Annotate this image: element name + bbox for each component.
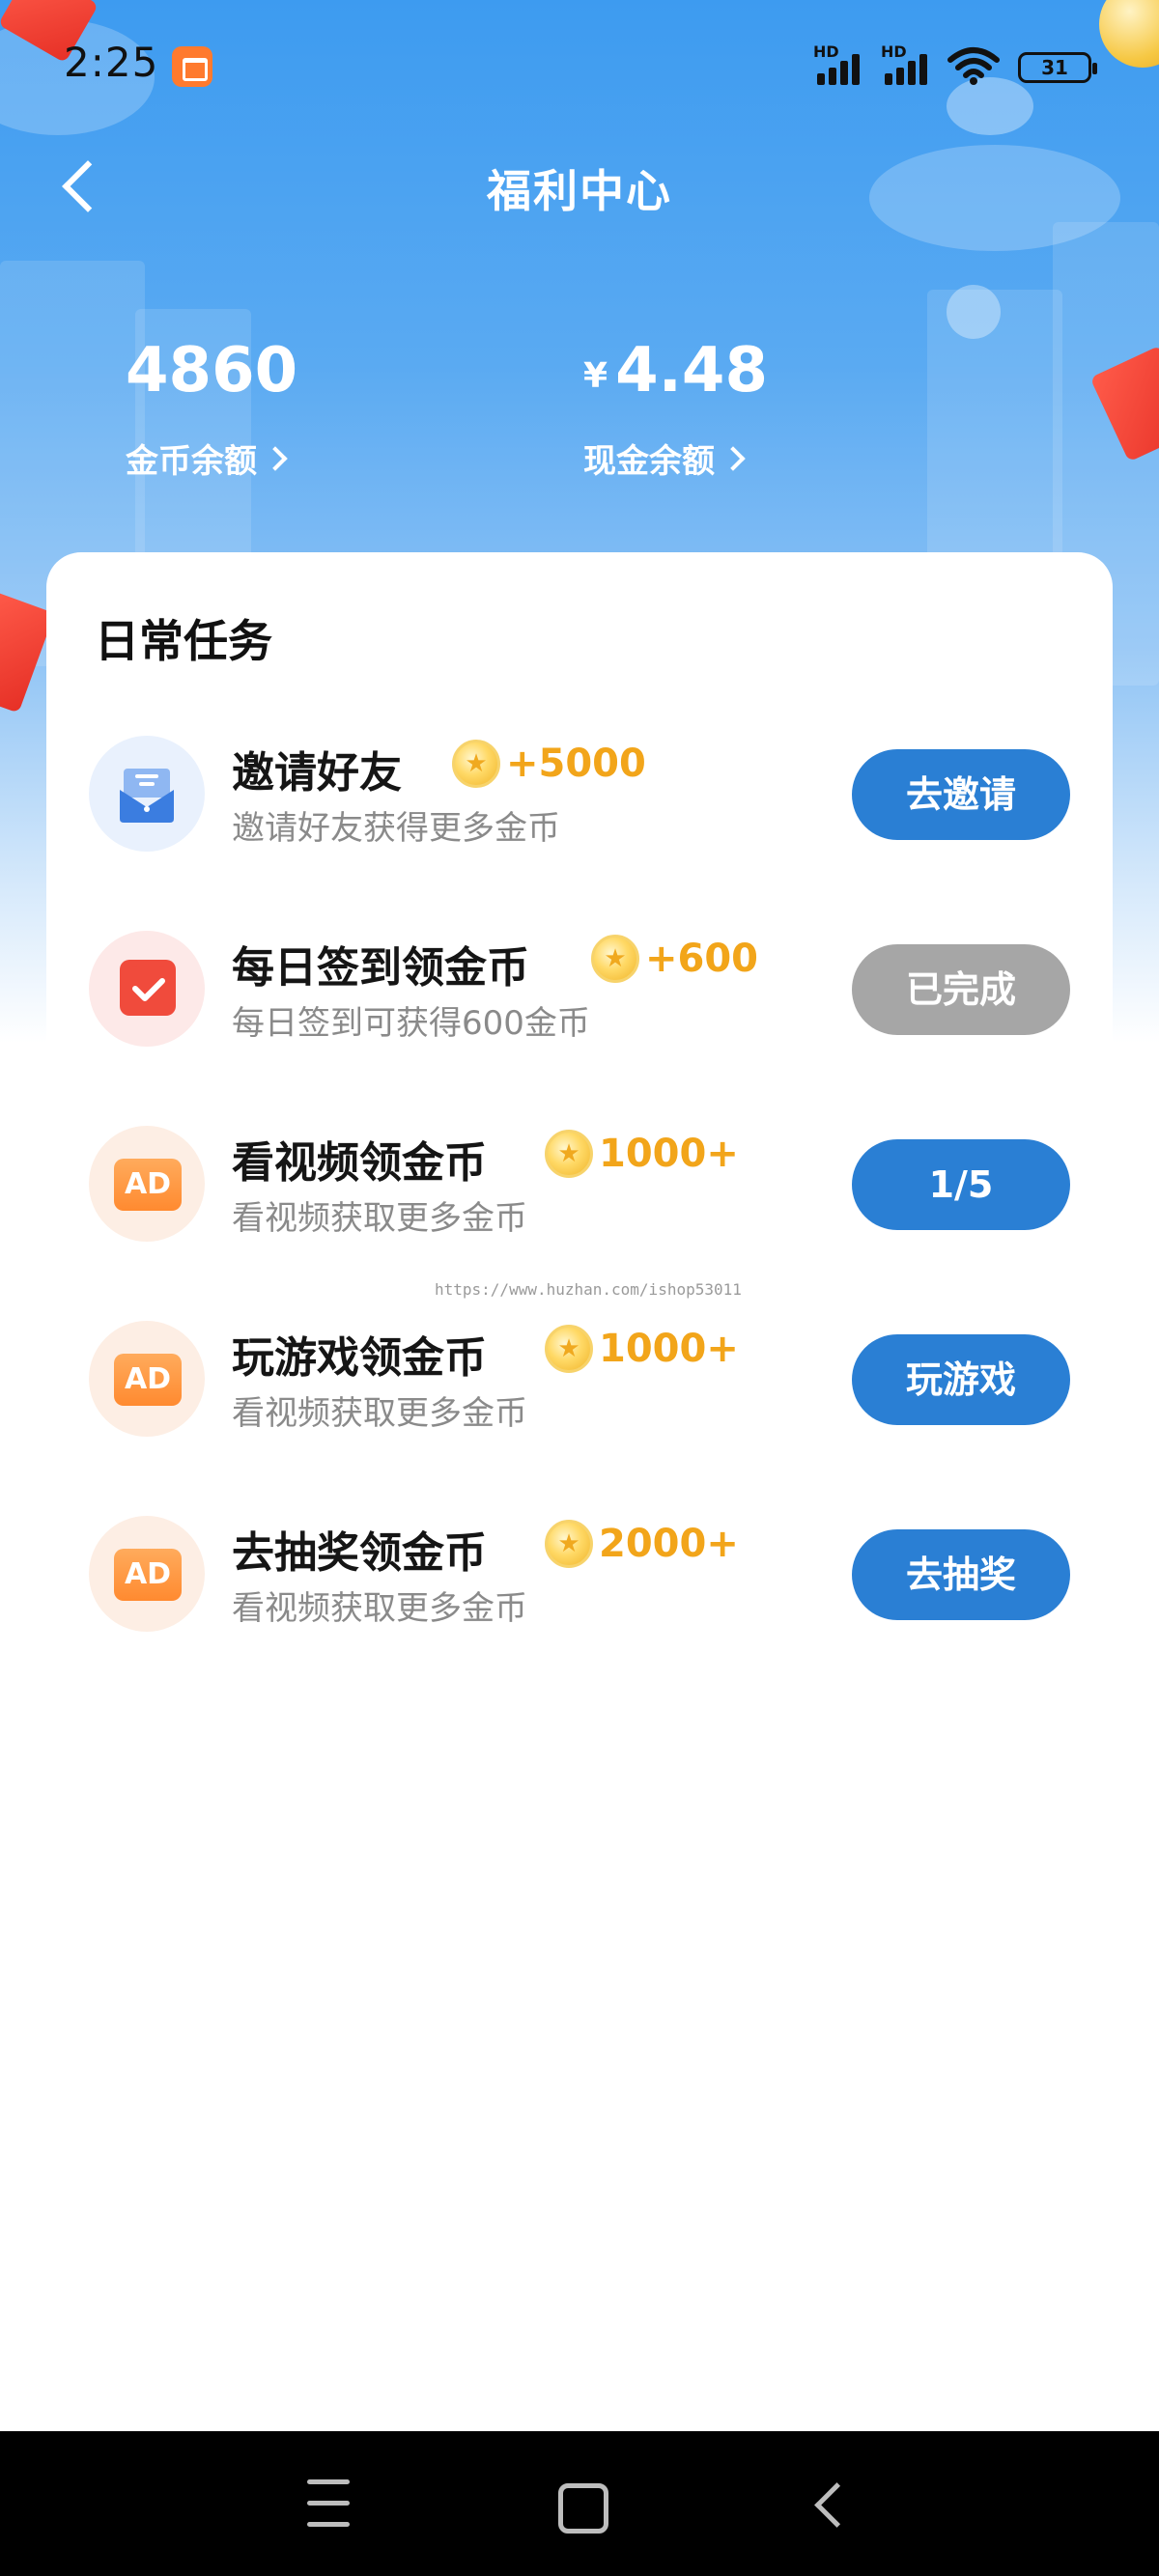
ad-icon: AD (89, 1321, 205, 1437)
cash-balance-label: 现金余额 (583, 442, 715, 481)
task-item-invite: 邀请好友 +5000 邀请好友获得更多金币 去邀请 (46, 726, 1113, 871)
page-title: 福利中心 (487, 165, 672, 217)
cellular-signal-icon: HD (881, 42, 939, 85)
envelope-icon (89, 736, 205, 852)
task-description: 看视频获取更多金币 (232, 1589, 527, 1628)
task-description: 看视频获取更多金币 (232, 1199, 527, 1238)
coin-balance-value: 4860 (126, 335, 298, 406)
calendar-check-icon (89, 931, 205, 1047)
task-reward-amount: 2000+ (599, 1522, 739, 1566)
task-name: 每日签到领金币 (232, 943, 529, 993)
battery-icon: 31 (1018, 52, 1097, 83)
completed-button[interactable]: 已完成 (852, 944, 1070, 1035)
chevron-right-icon (721, 445, 746, 471)
watermark-text: https://www.huzhan.com/ishop53011 (435, 1280, 742, 1299)
invite-button[interactable]: 去邀请 (852, 749, 1070, 840)
coin-icon (545, 1325, 593, 1373)
bubble-decoration (947, 285, 1001, 339)
task-reward-amount: 1000+ (599, 1327, 739, 1371)
menu-icon[interactable] (270, 2431, 386, 2576)
task-description: 看视频获取更多金币 (232, 1394, 527, 1433)
task-reward: 1000+ (545, 1325, 739, 1373)
network-type-label: HD (881, 42, 907, 61)
currency-symbol: ¥ (583, 356, 608, 396)
back-nav-icon[interactable] (773, 2431, 889, 2576)
daily-tasks-card: 日常任务 邀请好友 +5000 邀请好友获得更多金币 去邀请 (46, 552, 1113, 1711)
coin-icon (545, 1130, 593, 1178)
task-name: 去抽奖领金币 (232, 1528, 487, 1578)
cash-balance: ¥4.48 现金余额 (583, 336, 768, 482)
ad-icon: AD (89, 1126, 205, 1242)
task-reward: 2000+ (545, 1520, 739, 1568)
task-item-lottery: AD 去抽奖领金币 2000+ 看视频获取更多金币 去抽奖 (46, 1506, 1113, 1651)
wifi-icon (947, 47, 1000, 85)
task-reward: +5000 (452, 740, 646, 788)
ad-icon: AD (89, 1516, 205, 1632)
task-item-checkin: 每日签到领金币 +600 每日签到可获得600金币 已完成 (46, 921, 1113, 1066)
cellular-signal-icon: HD (813, 42, 871, 85)
cash-balance-value: 4.48 (615, 335, 768, 406)
task-name: 邀请好友 (232, 748, 402, 798)
play-game-button[interactable]: 玩游戏 (852, 1334, 1070, 1425)
task-reward: 1000+ (545, 1130, 739, 1178)
system-nav-bar (0, 2431, 1159, 2576)
lottery-button[interactable]: 去抽奖 (852, 1529, 1070, 1620)
task-item-video: AD 看视频领金币 1000+ 看视频获取更多金币 1/5 (46, 1116, 1113, 1261)
video-progress-button[interactable]: 1/5 (852, 1139, 1070, 1230)
task-reward: +600 (591, 935, 758, 983)
coin-balance-label: 金币余额 (126, 442, 257, 481)
home-icon[interactable] (522, 2431, 637, 2576)
task-reward-amount: +5000 (506, 742, 646, 786)
coin-icon (591, 935, 639, 983)
chevron-right-icon (263, 445, 288, 471)
cash-balance-link[interactable]: 现金余额 (583, 434, 768, 482)
coin-balance: 4860 金币余额 (126, 336, 297, 482)
status-time: 2:25 (64, 39, 159, 86)
coin-icon (545, 1520, 593, 1568)
coin-icon (452, 740, 500, 788)
shopping-bag-icon (172, 46, 212, 87)
task-reward-amount: 1000+ (599, 1132, 739, 1176)
section-title: 日常任务 (95, 615, 272, 667)
status-bar: 2:25 HD HD 31 (0, 0, 1159, 116)
coin-balance-link[interactable]: 金币余额 (126, 434, 297, 482)
task-reward-amount: +600 (645, 937, 759, 981)
network-type-label: HD (813, 42, 839, 61)
task-name: 看视频领金币 (232, 1138, 487, 1188)
task-name: 玩游戏领金币 (232, 1333, 487, 1383)
task-description: 每日签到可获得600金币 (232, 1004, 590, 1043)
task-description: 邀请好友获得更多金币 (232, 809, 560, 848)
task-item-game: AD 玩游戏领金币 1000+ 看视频获取更多金币 玩游戏 (46, 1311, 1113, 1456)
